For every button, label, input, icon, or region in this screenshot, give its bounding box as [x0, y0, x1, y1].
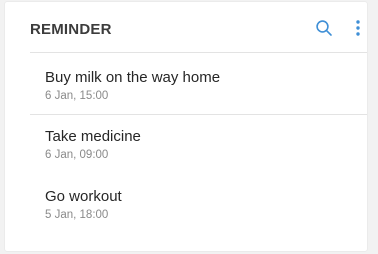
search-icon	[315, 19, 333, 42]
more-options-button[interactable]	[346, 18, 370, 42]
item-divider	[30, 114, 367, 115]
reminder-date: 6 Jan, 15:00	[45, 90, 109, 102]
reminder-card: REMINDER Buy milk on the way home 6 Jan,	[5, 2, 367, 251]
reminder-date: 5 Jan, 18:00	[45, 209, 109, 221]
header-divider	[30, 52, 367, 53]
more-vertical-icon	[355, 19, 361, 42]
list-item[interactable]: Take medicine 6 Jan, 09:00	[5, 128, 367, 186]
reminder-header: REMINDER	[5, 2, 367, 58]
list-item[interactable]: Go workout 5 Jan, 18:00	[5, 188, 367, 246]
reminder-title: Go workout	[45, 188, 122, 205]
search-button[interactable]	[312, 18, 336, 42]
reminder-title: Take medicine	[45, 128, 141, 145]
reminder-title: Buy milk on the way home	[45, 69, 221, 86]
page-title: REMINDER	[30, 21, 112, 38]
reminder-date: 6 Jan, 09:00	[45, 149, 109, 161]
list-item[interactable]: Buy milk on the way home 6 Jan, 15:00	[5, 69, 367, 127]
